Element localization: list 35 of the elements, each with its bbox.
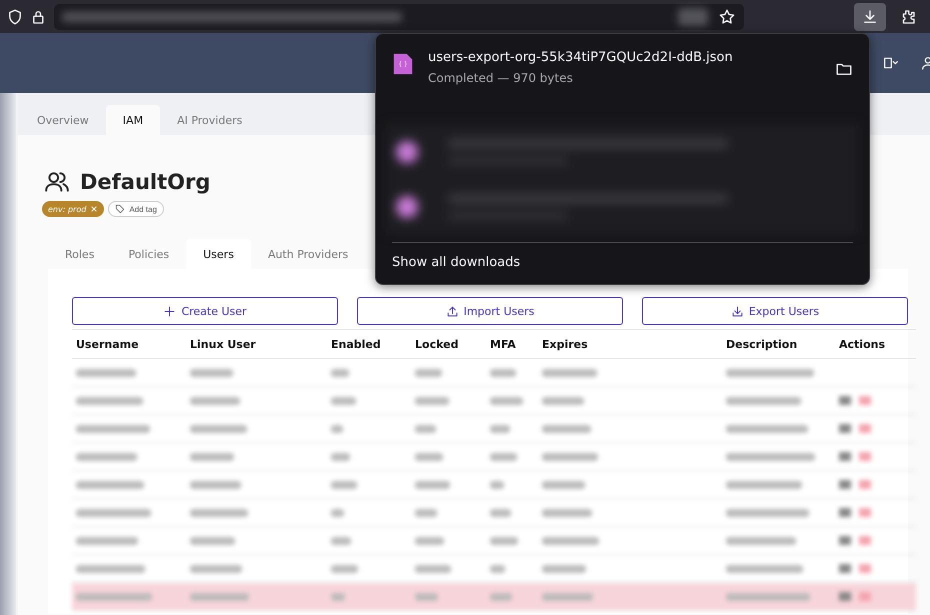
column-header: Description <box>725 338 798 350</box>
column-header: Username <box>75 338 140 350</box>
column-header: Expires <box>541 338 589 350</box>
column-header: Enabled <box>330 338 382 350</box>
column-header: Linux User <box>189 338 257 350</box>
column-header: Actions <box>838 338 886 350</box>
add-tag-button[interactable]: Add tag <box>108 201 164 217</box>
file-name[interactable]: users-export-org-55k34tiP7GQUc2d2I-ddB.json <box>428 50 821 65</box>
show-all-downloads-link[interactable]: Show all downloads <box>376 243 869 284</box>
column-header: Locked <box>414 338 460 350</box>
download-icon <box>730 304 744 318</box>
redacted-text <box>678 8 708 26</box>
tab[interactable]: AI Providers <box>160 105 260 135</box>
upload-icon <box>446 304 459 318</box>
export-users-button[interactable]: Export Users <box>642 297 908 325</box>
tab[interactable]: Policies <box>111 239 186 269</box>
import-users-button[interactable]: Import Users <box>357 297 623 325</box>
create-users-button[interactable]: Create User <box>72 297 338 325</box>
close-icon[interactable] <box>90 205 98 213</box>
shield-icon <box>6 8 24 26</box>
tag-chip: env: prod <box>42 201 104 217</box>
downloads-button[interactable] <box>854 2 886 30</box>
tag-icon <box>115 204 126 214</box>
tab[interactable]: Users <box>186 239 251 269</box>
org-title: DefaultOrg <box>80 170 210 194</box>
tab[interactable]: Overview <box>20 105 106 135</box>
tab[interactable]: IAM <box>106 105 160 135</box>
star-icon[interactable] <box>718 8 736 26</box>
download-icon <box>861 8 879 26</box>
tab[interactable]: Roles <box>48 239 112 269</box>
column-header: MFA <box>489 338 517 350</box>
plus-icon <box>163 304 176 318</box>
tab[interactable]: Auth Providers <box>250 239 366 269</box>
layout-icon[interactable] <box>882 55 898 71</box>
download-status: Completed — 970 bytes <box>428 71 574 85</box>
